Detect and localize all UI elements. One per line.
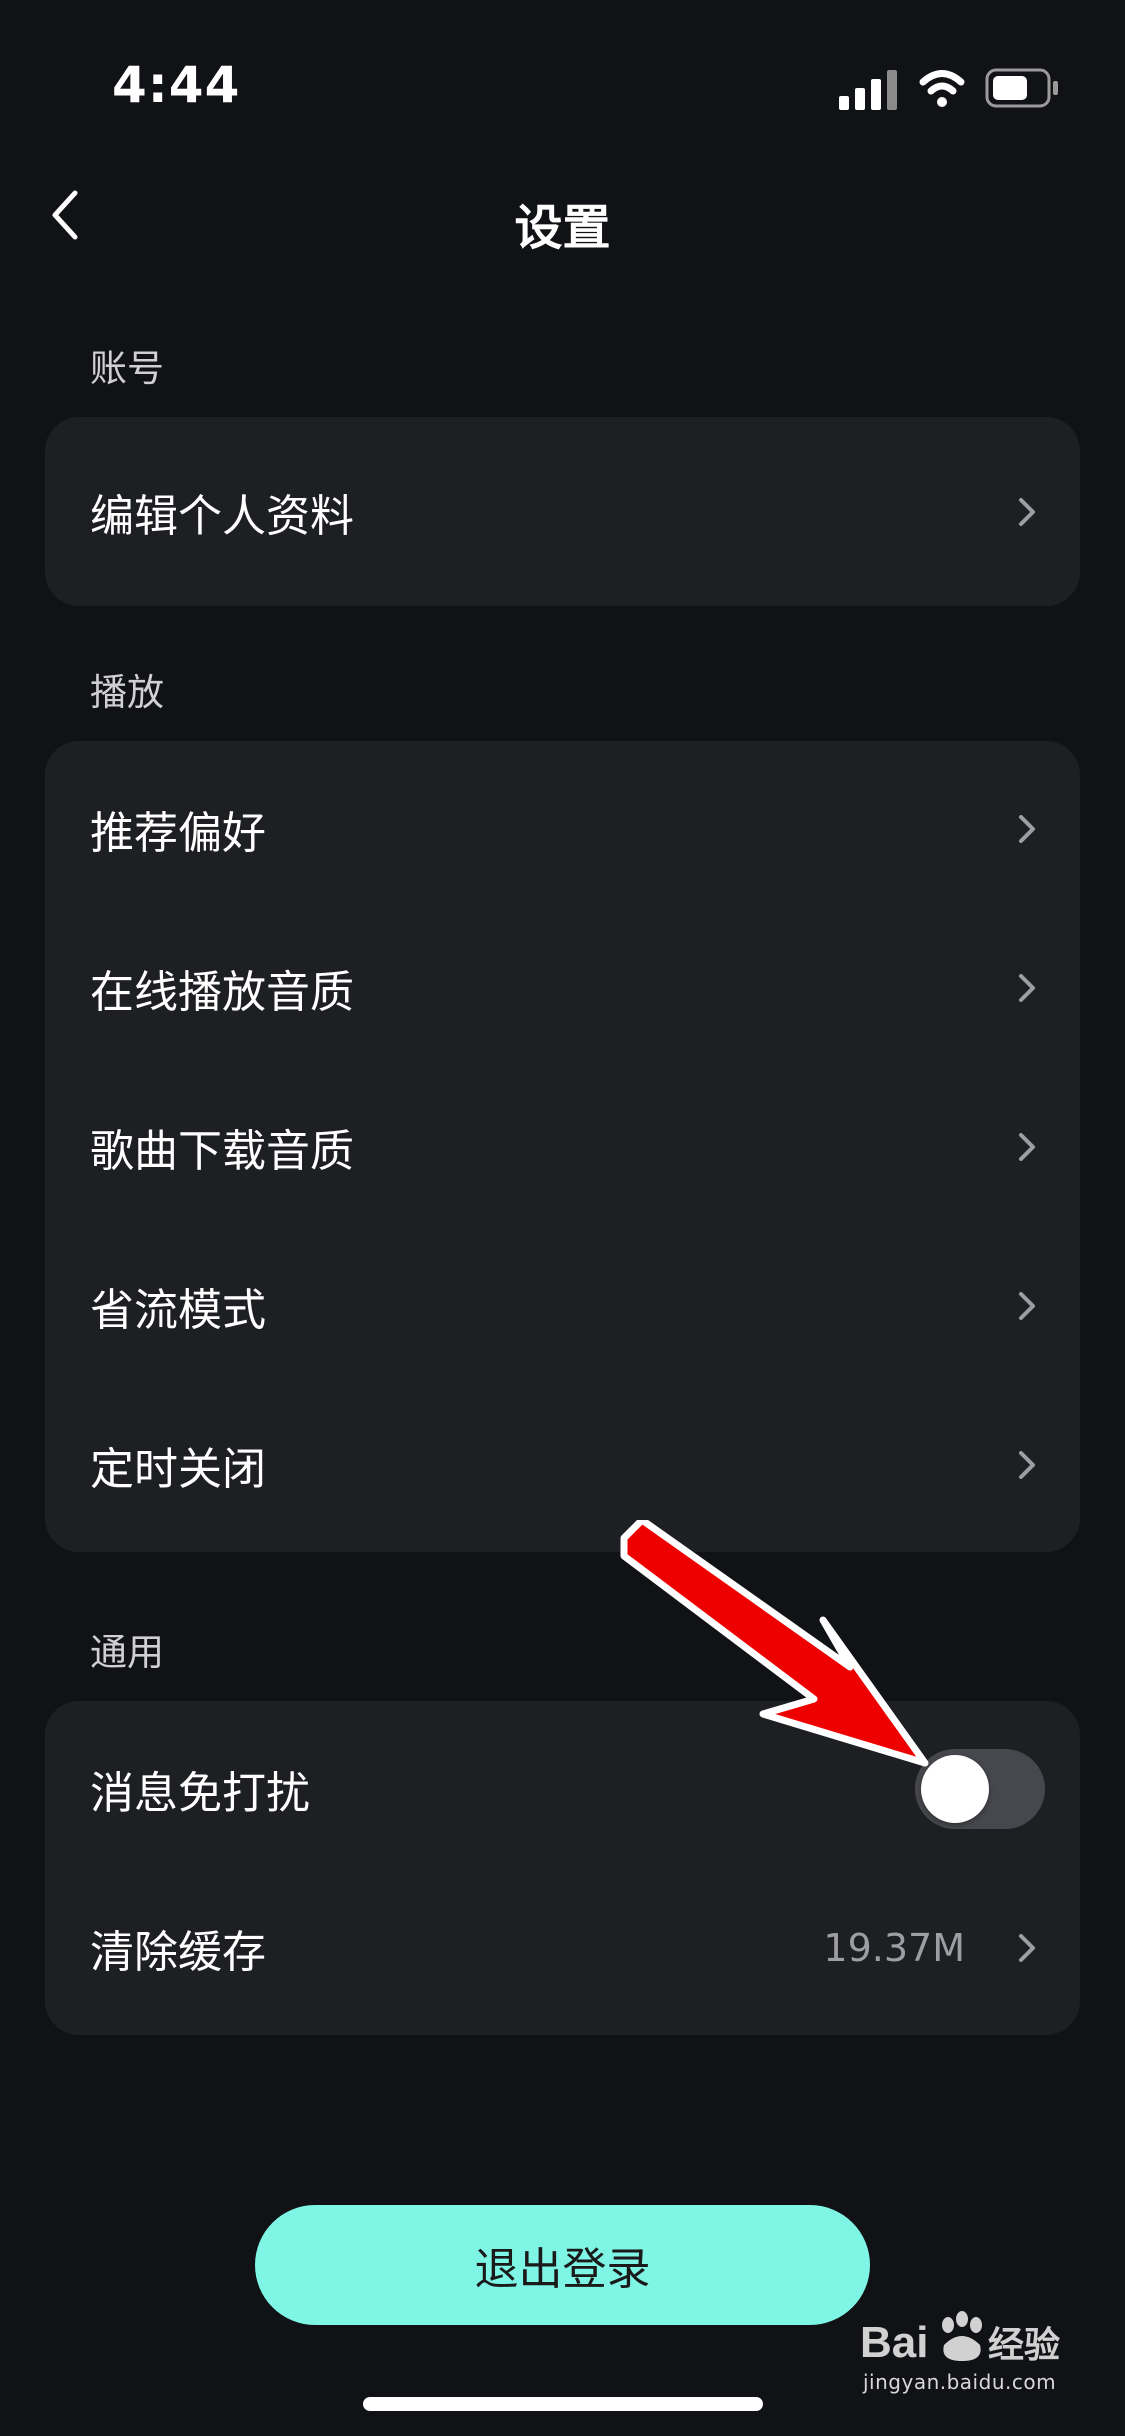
page-title: 设置 xyxy=(514,200,611,256)
section-header-general: 通用 xyxy=(90,1631,164,1674)
card-account: 编辑个人资料 xyxy=(45,417,1080,606)
chevron-right-icon xyxy=(1019,1933,1035,1962)
row-edit-profile[interactable]: 编辑个人资料 xyxy=(45,417,1080,606)
cellular-signal-icon xyxy=(839,70,897,110)
do-not-disturb-toggle[interactable] xyxy=(915,1748,1045,1829)
row-download-quality[interactable]: 歌曲下载音质 xyxy=(45,1067,1080,1226)
baidu-jingyan-logo: Bai 经验 xyxy=(860,2311,1060,2367)
row-label: 定时关闭 xyxy=(90,1443,266,1495)
row-clear-cache[interactable]: 清除缓存 19.37M xyxy=(45,1868,1080,2027)
row-label: 消息免打扰 xyxy=(90,1767,310,1819)
cache-size-value: 19.37M xyxy=(823,1925,965,1970)
row-label: 在线播放音质 xyxy=(90,966,354,1018)
watermark-text: jingyan.baidu.com xyxy=(863,2370,1057,2394)
logout-button[interactable]: 退出登录 xyxy=(255,2205,870,2325)
row-recommend-preference[interactable]: 推荐偏好 xyxy=(45,749,1080,908)
row-label: 编辑个人资料 xyxy=(90,490,354,542)
card-playback: 推荐偏好 在线播放音质 歌曲下载音质 省流模式 定时关闭 xyxy=(45,741,1080,1552)
row-label: 省流模式 xyxy=(90,1284,266,1336)
row-sleep-timer[interactable]: 定时关闭 xyxy=(45,1385,1080,1544)
battery-icon xyxy=(985,68,1058,108)
status-time: 4:44 xyxy=(112,56,241,114)
chevron-right-icon xyxy=(1019,1291,1035,1320)
row-do-not-disturb: 消息免打扰 xyxy=(45,1709,1080,1868)
chevron-right-icon xyxy=(1019,814,1035,843)
toggle-knob xyxy=(921,1754,989,1823)
wifi-icon xyxy=(919,70,965,107)
row-data-saver[interactable]: 省流模式 xyxy=(45,1226,1080,1385)
chevron-right-icon xyxy=(1019,497,1035,526)
status-bar: 4:44 xyxy=(0,0,1125,140)
row-online-quality[interactable]: 在线播放音质 xyxy=(45,908,1080,1067)
section-header-account: 账号 xyxy=(90,347,164,390)
status-icons xyxy=(835,60,1075,120)
svg-text:Bai: Bai xyxy=(860,2318,928,2367)
card-general: 消息免打扰 清除缓存 19.37M xyxy=(45,1701,1080,2035)
row-label: 歌曲下载音质 xyxy=(90,1125,354,1177)
home-indicator[interactable] xyxy=(363,2397,763,2411)
row-label: 清除缓存 xyxy=(90,1926,266,1978)
chevron-right-icon xyxy=(1019,1450,1035,1479)
svg-text:经验: 经验 xyxy=(988,2325,1060,2366)
nav-bar: 设置 xyxy=(0,160,1125,270)
chevron-right-icon xyxy=(1019,973,1035,1002)
chevron-right-icon xyxy=(1019,1132,1035,1161)
row-label: 推荐偏好 xyxy=(90,807,266,859)
baidu-jingyan-watermark: Bai 经验 jingyan.baidu.com xyxy=(860,2305,1080,2395)
section-header-playback: 播放 xyxy=(90,671,164,714)
